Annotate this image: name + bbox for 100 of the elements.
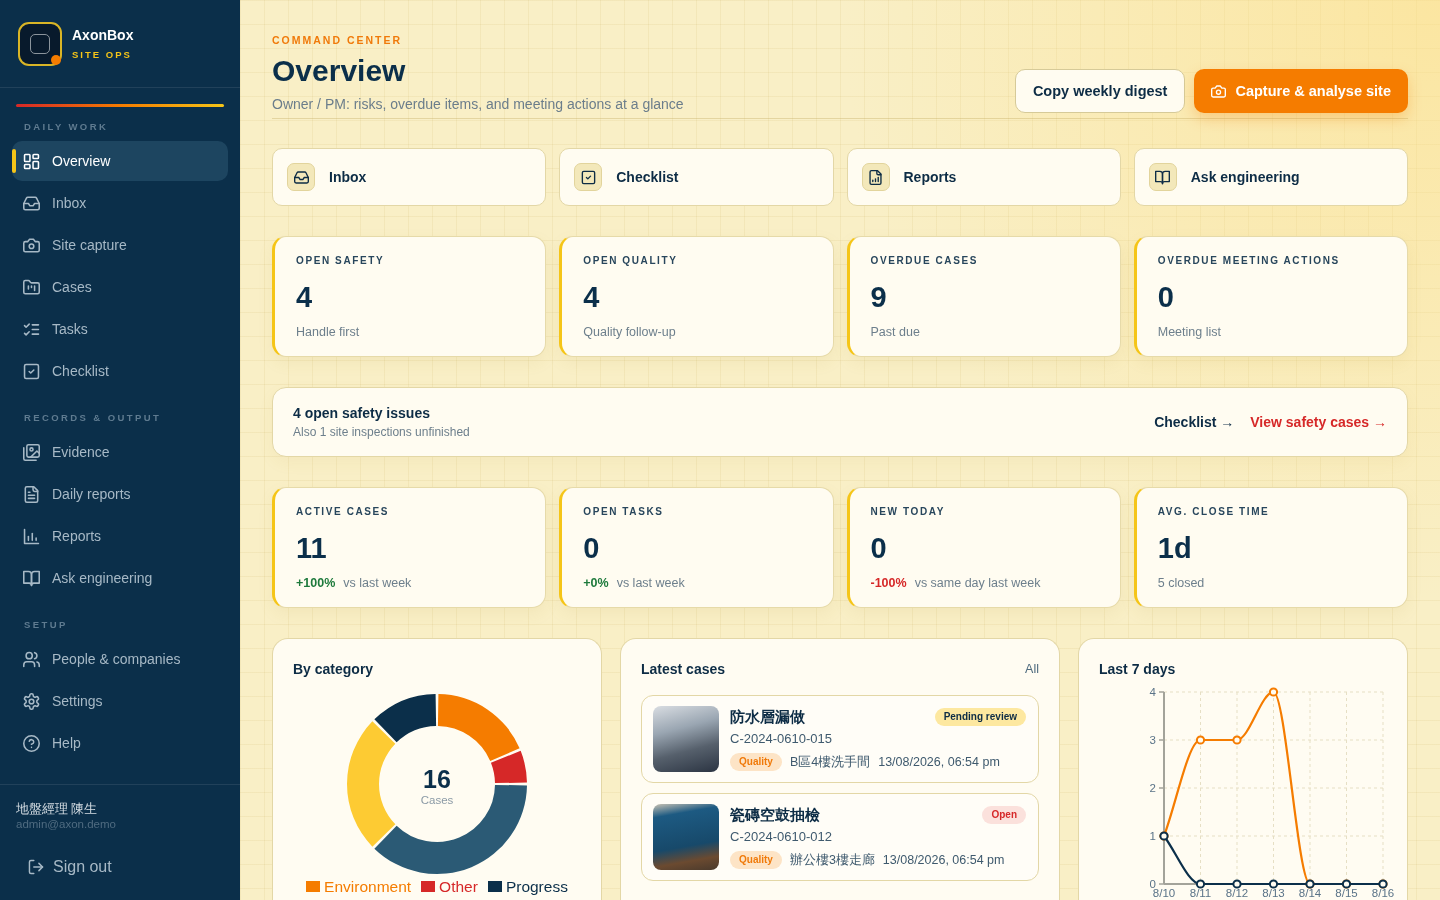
banner-link[interactable]: View safety cases → xyxy=(1250,414,1387,430)
nav-item[interactable]: Site capture xyxy=(12,225,228,265)
data-point xyxy=(1232,735,1242,745)
grid-icon xyxy=(23,152,40,170)
axis-label: 2 xyxy=(1149,782,1156,794)
stat-value: 4 xyxy=(296,280,313,314)
stat-note: vs last week xyxy=(343,575,412,591)
banner-link[interactable]: Checklist → xyxy=(1154,414,1235,430)
brand-name: AxonBox xyxy=(72,27,134,43)
alert-subtitle: Also 1 site inspections unfinished xyxy=(293,424,470,440)
settings-icon xyxy=(23,692,40,710)
nav-item[interactable]: Daily reports xyxy=(12,474,228,514)
nav-item[interactable]: Checklist xyxy=(12,351,228,391)
nav-item[interactable]: Reports xyxy=(12,516,228,556)
stat-value: 0 xyxy=(1157,280,1174,314)
quick-link[interactable]: Reports xyxy=(846,148,1121,206)
category-tag: Quality xyxy=(730,753,782,771)
legend-label: Environment xyxy=(324,878,412,895)
donut-caption: Cases xyxy=(420,793,454,807)
alert-title: 4 open safety issues xyxy=(293,404,430,422)
axis-label: 8/13 xyxy=(1262,887,1285,899)
user-name: 地盤經理 陳生 xyxy=(16,801,98,817)
axis-label: 4 xyxy=(1149,686,1156,698)
task-list-icon xyxy=(23,320,40,338)
stat-label: OPEN QUALITY xyxy=(583,255,678,267)
legend-label: Other xyxy=(439,878,478,895)
stat-note: 5 closed xyxy=(1157,575,1205,591)
stat-label: OVERDUE MEETING ACTIONS xyxy=(1157,255,1340,267)
panel-title: By category xyxy=(293,660,374,678)
stat-value: 11 xyxy=(296,531,327,565)
case-location: B區4樓洗手間 xyxy=(789,754,871,770)
stat-value: 0 xyxy=(870,531,887,565)
data-point xyxy=(1232,879,1242,889)
nav-item[interactable]: Tasks xyxy=(12,309,228,349)
camera-icon xyxy=(23,236,40,254)
stat-change: +100% xyxy=(296,575,336,591)
case-title: 防水層漏做 xyxy=(730,707,805,727)
photo-placeholder xyxy=(653,804,719,870)
axis-label: 1 xyxy=(1149,830,1156,842)
nav-item[interactable]: Overview xyxy=(12,141,228,181)
help-icon xyxy=(23,734,40,752)
status-badge: Pending review xyxy=(934,708,1026,726)
camera-icon xyxy=(1211,83,1227,99)
nav-item[interactable]: Ask engineering xyxy=(12,558,228,598)
inbox-icon xyxy=(23,194,40,212)
stat-label: OPEN SAFETY xyxy=(296,255,385,267)
case-title: 瓷磚空鼓抽檢 xyxy=(730,805,820,825)
page-subtitle: Owner / PM: risks, overdue items, and meeting actions at a glance xyxy=(272,95,684,113)
stat-note: vs last week xyxy=(616,575,685,591)
axis-label: 8/15 xyxy=(1335,887,1358,899)
data-point xyxy=(1195,879,1206,889)
quick-link[interactable]: Checklist xyxy=(559,148,834,206)
book-icon xyxy=(23,569,40,587)
view-all-link[interactable]: All xyxy=(1025,662,1039,676)
checkbox-icon xyxy=(574,163,603,191)
section-label: DAILY WORK xyxy=(23,121,109,133)
legend-label: Progress xyxy=(505,878,568,895)
status-badge: Open xyxy=(982,806,1026,824)
case-time: 13/08/2026, 06:54 pm xyxy=(878,754,1000,770)
inbox-icon xyxy=(287,163,315,191)
checkbox-icon xyxy=(23,362,40,380)
nav-item[interactable]: Settings xyxy=(12,681,228,721)
sign-out-button[interactable]: Sign out xyxy=(16,852,124,882)
nav-item[interactable]: Cases xyxy=(12,267,228,307)
logo-icon xyxy=(18,21,62,66)
axis-label: 8/11 xyxy=(1189,887,1212,899)
data-point xyxy=(1268,687,1279,697)
folder-icon xyxy=(23,278,40,296)
stat-note: Handle first xyxy=(296,324,360,340)
stat-change: +0% xyxy=(583,575,609,591)
quick-link[interactable]: Ask engineering xyxy=(1133,148,1408,206)
data-point xyxy=(1268,879,1279,889)
page-title: Overview xyxy=(272,54,406,88)
case-card[interactable]: 防水層漏做 Pending review C-2024-0610-015 Quality B區4樓洗手間 13/08/2026, 06:54 pm xyxy=(641,695,1039,783)
stat-note: Quality follow-up xyxy=(583,324,676,340)
case-time: 13/08/2026, 06:54 pm xyxy=(882,852,1005,868)
nav-item[interactable]: Evidence xyxy=(12,432,228,472)
people-icon xyxy=(23,650,40,668)
nav-item[interactable]: Help xyxy=(12,723,228,763)
stat-label: NEW TODAY xyxy=(870,506,945,518)
action-button[interactable]: Copy weekly digest xyxy=(1014,69,1186,113)
book-icon xyxy=(1148,163,1177,191)
brand-tagline: SITE OPS xyxy=(72,49,133,60)
axis-label: 3 xyxy=(1149,734,1156,746)
panel-title: Last 7 days xyxy=(1099,660,1176,678)
case-card[interactable]: 瓷磚空鼓抽檢 Open C-2024-0610-012 Quality 辦公樓3樓走廊 13/08/2026, 06:54 pm xyxy=(641,793,1039,881)
stat-label: AVG. CLOSE TIME xyxy=(1157,506,1270,518)
panel-title: Latest cases xyxy=(641,660,726,678)
bar-chart-icon xyxy=(23,527,40,545)
nav-item[interactable]: People & companies xyxy=(12,639,228,679)
quick-link[interactable]: Inbox xyxy=(272,148,547,206)
image-icon xyxy=(23,443,40,461)
section-label: SETUP xyxy=(23,619,68,631)
nav-item[interactable]: Inbox xyxy=(12,183,228,223)
data-point xyxy=(1195,735,1206,745)
category-tag: Quality xyxy=(730,851,782,869)
stat-value: 1d xyxy=(1157,531,1192,565)
page-eyebrow: COMMAND CENTER xyxy=(272,34,403,46)
document-chart-icon xyxy=(861,163,890,191)
stat-label: OVERDUE CASES xyxy=(870,255,978,267)
